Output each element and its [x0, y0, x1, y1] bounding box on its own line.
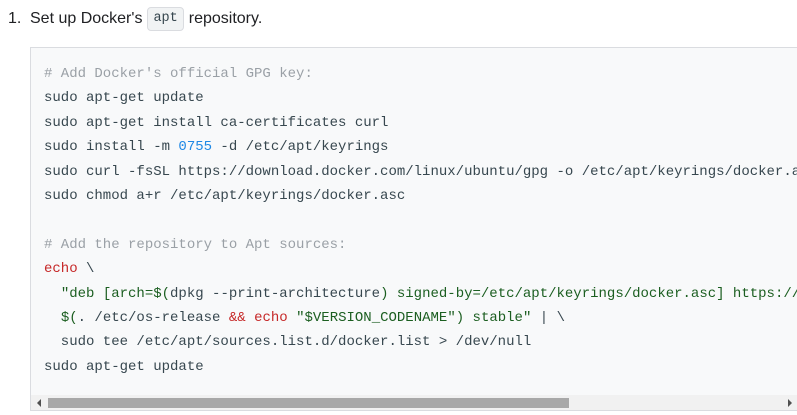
- code-line-10: "deb [arch=$(dpkg --print-architecture) …: [44, 282, 797, 306]
- code-keyword: echo: [254, 309, 288, 326]
- code-text: \: [77, 261, 95, 278]
- code-keyword: echo: [44, 261, 78, 278]
- code-line-11: $(. /etc/os-release && echo "$VERSION_CO…: [44, 306, 797, 330]
- code-line-5: sudo curl -fsSL https://download.docker.…: [44, 163, 797, 180]
- code-line-13: sudo apt-get update: [44, 358, 204, 375]
- step-number: 1.: [8, 10, 22, 27]
- code-line-4: sudo install -m 0755 -d /etc/apt/keyring…: [44, 135, 797, 159]
- code-line-2: sudo apt-get update: [44, 90, 204, 107]
- code-string: $(: [60, 309, 78, 326]
- step-heading: 1. Set up Docker's apt repository.: [8, 6, 262, 32]
- horizontal-scrollbar[interactable]: [31, 395, 797, 410]
- code-text: -d /etc/apt/keyrings: [212, 139, 389, 156]
- inline-code-apt: apt: [147, 7, 184, 31]
- code-line-9: echo \: [44, 257, 797, 281]
- code-block[interactable]: # Add Docker's official GPG key: sudo apt…: [30, 47, 797, 411]
- code-number: 0755: [178, 139, 213, 156]
- step-text-after: repository.: [188, 10, 263, 27]
- code-line-3: sudo apt-get install ca-certificates cur…: [44, 114, 389, 131]
- code-string: "deb [arch=$(: [60, 285, 171, 302]
- code-content[interactable]: # Add Docker's official GPG key: sudo apt…: [44, 62, 797, 379]
- code-text: sudo install -m: [44, 139, 179, 156]
- code-keyword: &&: [228, 309, 246, 326]
- code-comment: # Add the repository to Apt sources:: [44, 236, 347, 253]
- arrow-right-icon[interactable]: [782, 395, 797, 410]
- code-string: ) stable": [455, 309, 532, 326]
- code-line-8: # Add the repository to Apt sources:: [44, 233, 797, 257]
- code-text: . /etc/os-release: [77, 309, 229, 326]
- code-line-12: sudo tee /etc/apt/sources.list.d/docker.…: [44, 334, 532, 351]
- code-line-1: # Add Docker's official GPG key:: [44, 62, 797, 86]
- code-string: "$VERSION_CODENAME": [296, 309, 456, 326]
- scrollbar-thumb[interactable]: [48, 398, 569, 408]
- code-line-6: sudo chmod a+r /etc/apt/keyrings/docker.…: [44, 187, 406, 204]
- code-text: | \: [531, 309, 565, 326]
- arrow-left-icon[interactable]: [31, 395, 46, 410]
- code-string: ) signed-by=/etc/apt/keyrings/docker.asc…: [380, 285, 797, 302]
- code-text: dpkg --print-architecture: [170, 285, 381, 302]
- code-comment: # Add Docker's official GPG key:: [44, 66, 313, 82]
- step-text-before: Set up Docker's: [30, 10, 143, 27]
